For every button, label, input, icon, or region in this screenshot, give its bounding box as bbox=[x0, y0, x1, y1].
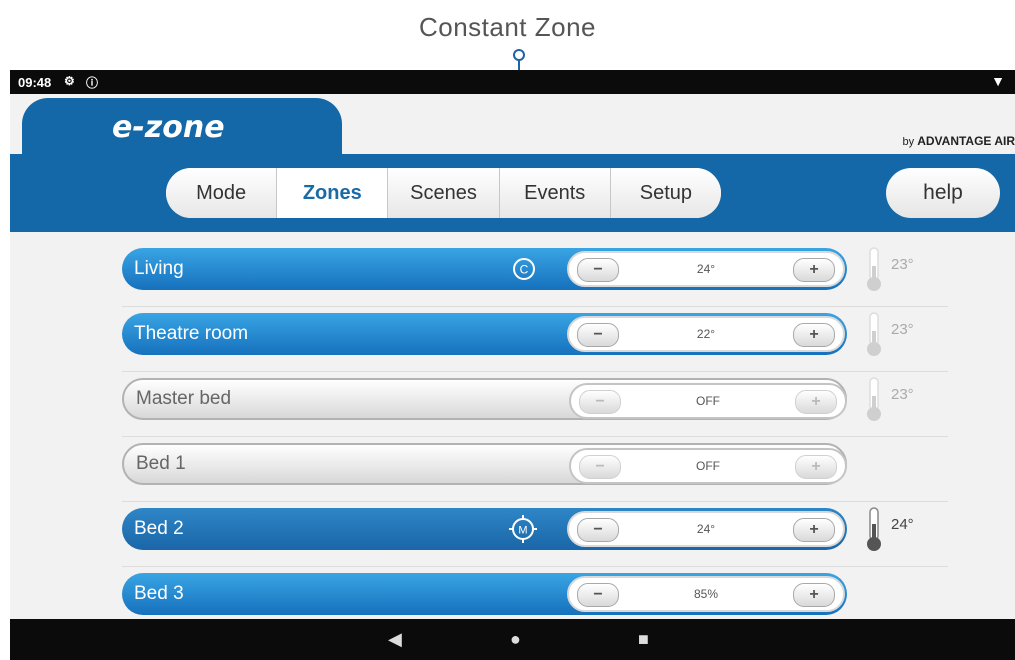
myzone-target-icon: M bbox=[509, 515, 537, 543]
setpoint-value: OFF bbox=[696, 394, 720, 408]
tab-setup[interactable]: Setup bbox=[610, 168, 721, 218]
setpoint-stepper: − OFF + bbox=[569, 383, 847, 419]
tab-zones[interactable]: Zones bbox=[277, 168, 389, 218]
setpoint-stepper: − 22° + bbox=[567, 316, 845, 352]
ezone-logo: e-zone bbox=[112, 110, 225, 145]
zone-bar-living[interactable]: Living C − 24° + bbox=[122, 248, 847, 290]
usb-debug-icon: ⚙ bbox=[64, 74, 75, 88]
setpoint-value: OFF bbox=[696, 459, 720, 473]
tab-scenes[interactable]: Scenes bbox=[388, 168, 500, 218]
zone-bar-master-bed[interactable]: Master bed − OFF + bbox=[122, 378, 847, 420]
help-button[interactable]: help bbox=[886, 168, 1000, 218]
zone-name: Master bed bbox=[136, 388, 232, 409]
info-icon: ⓘ bbox=[86, 76, 99, 90]
zone-name: Bed 2 bbox=[134, 518, 184, 539]
thermometer-icon bbox=[867, 247, 881, 291]
zone-row: Living C − 24° + 23° bbox=[122, 242, 948, 307]
room-temperature: 23° bbox=[891, 386, 914, 403]
status-time: 09:48 bbox=[18, 75, 52, 90]
increase-button[interactable]: + bbox=[793, 583, 835, 607]
setpoint-stepper: − 24° + bbox=[567, 251, 845, 287]
setpoint-stepper: − 85% + bbox=[567, 576, 845, 612]
zone-name: Bed 1 bbox=[136, 453, 186, 474]
constant-icon-letter: C bbox=[520, 263, 529, 277]
zone-name: Bed 3 bbox=[134, 583, 184, 604]
zone-name: Living bbox=[134, 258, 184, 279]
manufacturer-byline: by ADVANTAGE AIR bbox=[903, 134, 1015, 148]
tab-mode[interactable]: Mode bbox=[166, 168, 278, 218]
decrease-button[interactable]: − bbox=[577, 518, 619, 542]
byline-brand: ADVANTAGE AIR bbox=[917, 134, 1015, 148]
zone-row: Bed 1 − OFF + bbox=[122, 437, 948, 502]
room-temperature: 23° bbox=[891, 321, 914, 338]
room-temperature: 24° bbox=[891, 516, 914, 533]
zone-row: Theatre room − 22° + 23° bbox=[122, 307, 948, 372]
constant-icon: C bbox=[513, 258, 535, 280]
zone-bar-bed-3[interactable]: Bed 3 − 85% + bbox=[122, 573, 847, 615]
increase-button[interactable]: + bbox=[795, 390, 837, 414]
decrease-button[interactable]: − bbox=[577, 583, 619, 607]
recents-icon[interactable]: ■ bbox=[638, 629, 649, 650]
zone-row: Master bed − OFF + 23° bbox=[122, 372, 948, 437]
setpoint-value: 24° bbox=[696, 262, 716, 276]
increase-button[interactable]: + bbox=[795, 455, 837, 479]
setpoint-value: 85% bbox=[693, 587, 719, 601]
setpoint-value: 22° bbox=[696, 327, 716, 341]
app-window: e-zone by ADVANTAGE AIR Mode Zones Scene… bbox=[10, 94, 1015, 619]
increase-button[interactable]: + bbox=[793, 323, 835, 347]
wifi-icon: ▼ bbox=[991, 73, 1005, 89]
increase-button[interactable]: + bbox=[793, 258, 835, 282]
main-nav: Mode Zones Scenes Events Setup bbox=[166, 168, 721, 218]
setpoint-stepper: − 24° + bbox=[567, 511, 845, 547]
myzone-icon-letter: M bbox=[518, 525, 527, 537]
android-nav-bar: ◀ ● ■ bbox=[10, 619, 1015, 660]
thermometer-icon bbox=[867, 377, 881, 421]
back-icon[interactable]: ◀ bbox=[388, 629, 402, 650]
zone-row: Bed 3 − 85% + bbox=[122, 567, 948, 619]
nav-band: Mode Zones Scenes Events Setup help bbox=[10, 154, 1015, 232]
home-icon[interactable]: ● bbox=[510, 629, 521, 650]
decrease-button[interactable]: − bbox=[577, 258, 619, 282]
decrease-button[interactable]: − bbox=[579, 390, 621, 414]
zone-list: Living C − 24° + 23° Theatre room − 22° … bbox=[122, 242, 948, 619]
zone-bar-bed-2[interactable]: Bed 2 M − 24° + bbox=[122, 508, 847, 550]
thermometer-icon bbox=[867, 312, 881, 356]
setpoint-value: 24° bbox=[696, 522, 716, 536]
status-bar: 09:48 ⚙ ⓘ ▼ bbox=[10, 70, 1015, 94]
decrease-button[interactable]: − bbox=[579, 455, 621, 479]
zone-name: Theatre room bbox=[134, 323, 249, 344]
increase-button[interactable]: + bbox=[793, 518, 835, 542]
zone-bar-bed-1[interactable]: Bed 1 − OFF + bbox=[122, 443, 847, 485]
zone-bar-theatre-room[interactable]: Theatre room − 22° + bbox=[122, 313, 847, 355]
tab-events[interactable]: Events bbox=[499, 168, 611, 218]
byline-prefix: by bbox=[902, 136, 915, 148]
zone-row: Bed 2 M − 24° + 24° bbox=[122, 502, 948, 567]
brand-tab: e-zone bbox=[22, 98, 342, 162]
decrease-button[interactable]: − bbox=[577, 323, 619, 347]
setpoint-stepper: − OFF + bbox=[569, 448, 847, 484]
room-temperature: 23° bbox=[891, 256, 914, 273]
thermometer-icon bbox=[867, 507, 881, 551]
